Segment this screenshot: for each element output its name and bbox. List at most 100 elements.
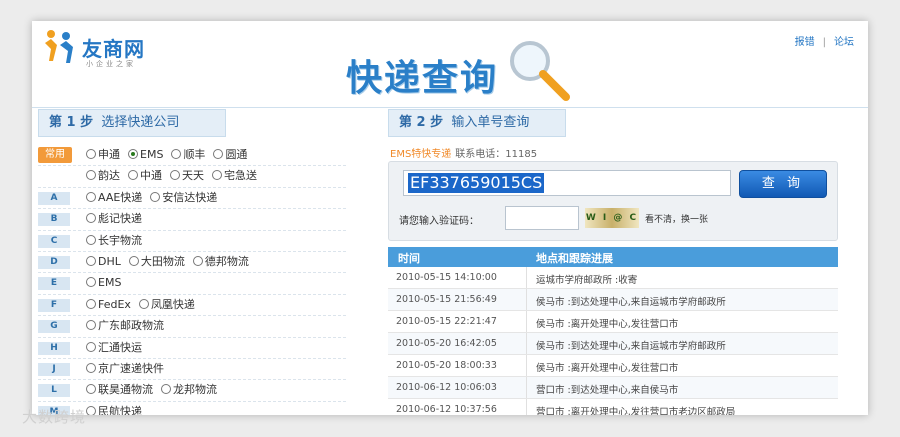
courier-option[interactable]: 汇通快运 — [86, 338, 142, 358]
letter-index[interactable]: G — [38, 320, 70, 334]
letter-row: G 广东邮政物流 — [38, 316, 346, 338]
radio-button[interactable] — [86, 234, 96, 245]
radio-button[interactable] — [86, 277, 96, 288]
letter-index[interactable]: H — [38, 341, 70, 355]
letter-index[interactable]: C — [38, 234, 70, 248]
letter-row: L 联昊通物流 龙邦物流 — [38, 380, 346, 402]
cell-location: 营口市 :到达处理中心,来自侯马市 — [536, 385, 679, 396]
radio-button[interactable] — [138, 298, 149, 309]
step-1-header: 第 1 步 选择快递公司 — [38, 109, 226, 137]
letter-index[interactable]: E — [38, 277, 70, 291]
page-title: 快递查询 — [346, 58, 499, 99]
radio-button[interactable] — [161, 384, 171, 395]
cell-time: 2010-06-12 10:37:56 — [396, 404, 497, 415]
table-row: 2010-06-12 10:37:56 营口市 :离开处理中心,发往营口市老边区邮… — [388, 399, 838, 415]
courier-option[interactable]: 民航快递 — [86, 402, 142, 415]
col-header-location: 地点和跟踪进展 — [536, 252, 613, 265]
courier-option[interactable]: 龙邦物流 — [161, 380, 217, 400]
courier-option[interactable]: 凤凰快递 — [138, 295, 195, 315]
courier-option[interactable]: FedEx — [86, 295, 131, 315]
radio-button[interactable] — [86, 149, 96, 159]
common-row-2: 韵达 中通 天天 宅急送 — [38, 166, 346, 188]
courier-option[interactable]: 长宇物流 — [86, 231, 142, 251]
courier-name: 彪记快递 — [98, 212, 142, 226]
column-divider — [526, 355, 527, 376]
courier-option[interactable]: 韵达 — [86, 166, 120, 186]
cell-time: 2010-05-20 18:00:33 — [396, 360, 497, 371]
tracking-table: 时间 地点和跟踪进展 2010-05-15 14:10:00 运城市学府邮政所 :… — [388, 247, 838, 415]
courier-option[interactable]: 京广速递快件 — [86, 359, 164, 379]
radio-button[interactable] — [86, 320, 96, 331]
captcha-image[interactable]: W I @ C — [585, 208, 639, 228]
radio-button[interactable] — [86, 384, 96, 395]
radio-button[interactable] — [86, 362, 96, 373]
column-divider — [526, 289, 527, 310]
logo-people-icon — [45, 30, 73, 63]
tracking-number-input[interactable]: EF337659015CS — [403, 170, 731, 196]
courier-phone: 联系电话：11185 — [455, 149, 538, 160]
letter-index[interactable]: B — [38, 213, 70, 227]
letter-index[interactable]: A — [38, 191, 70, 205]
cell-location: 侯马市 :到达处理中心,来自运城市学府邮政所 — [536, 297, 726, 308]
radio-button[interactable] — [170, 170, 180, 181]
courier-option[interactable]: 宅急送 — [212, 166, 257, 186]
courier-name: EMS — [98, 276, 122, 290]
cell-location: 侯马市 :离开处理中心,发往营口市 — [536, 319, 679, 330]
courier-option[interactable]: AAE快递 — [86, 188, 142, 208]
courier-option[interactable]: 联昊通物流 — [86, 380, 153, 400]
courier-option[interactable]: 顺丰 — [171, 145, 205, 165]
courier-option[interactable]: 安信达快递 — [150, 188, 217, 208]
column-divider — [526, 267, 527, 288]
courier-option[interactable]: EMS — [86, 273, 121, 293]
forum-link[interactable]: 论坛 — [834, 37, 854, 48]
radio-button[interactable] — [128, 170, 138, 181]
letter-row: C 长宇物流 — [38, 231, 346, 252]
col-header-time: 时间 — [398, 252, 420, 265]
radio-button[interactable] — [86, 341, 96, 352]
radio-button[interactable] — [171, 149, 182, 159]
link-separator: | — [822, 37, 826, 48]
table-header: 时间 地点和跟踪进展 — [388, 247, 838, 267]
radio-button[interactable] — [86, 191, 96, 202]
letter-index[interactable]: D — [38, 255, 70, 269]
letter-row: J 京广速递快件 — [38, 359, 346, 381]
courier-option[interactable]: 大田物流 — [128, 252, 185, 272]
courier-option[interactable]: 德邦物流 — [192, 252, 249, 272]
courier-option[interactable]: 广东邮政物流 — [86, 316, 164, 336]
courier-option[interactable]: 圆通 — [213, 145, 247, 165]
radio-button[interactable] — [212, 170, 222, 181]
courier-option[interactable]: 中通 — [128, 166, 162, 186]
courier-option[interactable]: 天天 — [170, 166, 204, 186]
radio-button[interactable] — [86, 298, 96, 309]
radio-button[interactable] — [86, 405, 96, 415]
captcha-input[interactable] — [505, 206, 579, 230]
courier-name: EMS — [140, 148, 164, 161]
radio-button[interactable] — [86, 213, 96, 224]
courier-option[interactable]: DHL — [86, 252, 121, 272]
courier-name: 安信达快递 — [162, 190, 218, 204]
query-button[interactable]: 查 询 — [739, 170, 827, 198]
courier-option[interactable]: 申通 — [86, 145, 120, 165]
radio-button[interactable] — [192, 255, 203, 266]
radio-button-selected[interactable] — [128, 149, 138, 159]
radio-button[interactable] — [86, 255, 96, 266]
courier-name: 京广速递快件 — [98, 361, 164, 375]
courier-option-ems[interactable]: EMS — [128, 145, 163, 165]
report-error-link[interactable]: 报错 — [795, 37, 815, 48]
letter-index[interactable]: J — [38, 362, 70, 376]
tracking-number-value: EF337659015CS — [408, 173, 545, 193]
radio-button[interactable] — [150, 191, 161, 202]
refresh-captcha-link[interactable]: 看不清，换一张 — [645, 212, 708, 225]
radio-button[interactable] — [86, 170, 96, 181]
letter-index[interactable]: L — [38, 384, 70, 398]
courier-option[interactable]: 彪记快递 — [86, 209, 142, 229]
letter-row: D DHL 大田物流 德邦物流 — [38, 252, 346, 274]
site-logo[interactable]: 友商网 小企业之家 — [42, 27, 182, 73]
letter-index[interactable]: F — [38, 298, 70, 312]
top-links: 报错 | 论坛 — [795, 33, 854, 48]
watermark: 大数跨境 — [22, 408, 87, 426]
magnifier-icon — [510, 41, 570, 101]
letter-row: E EMS — [38, 273, 346, 295]
radio-button[interactable] — [213, 149, 224, 159]
radio-button[interactable] — [128, 255, 139, 266]
